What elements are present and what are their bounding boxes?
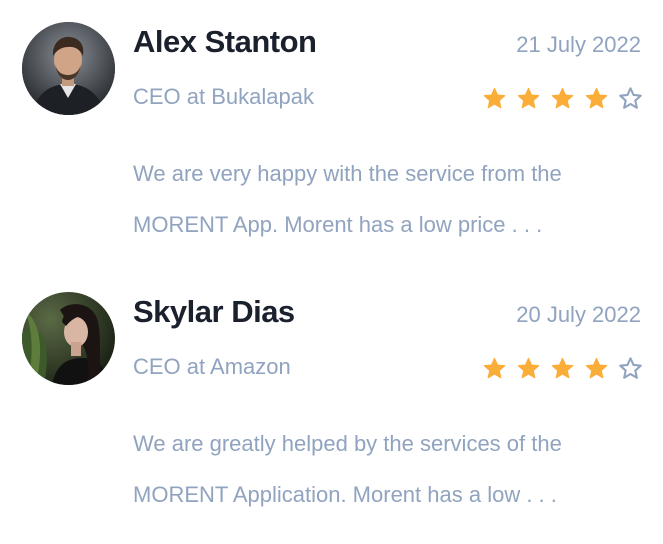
review-card: Alex Stanton CEO at Bukalapak 21 July 20… — [0, 0, 663, 260]
star-filled-icon — [517, 357, 540, 379]
star-empty-icon — [619, 357, 642, 379]
review-card: Skylar Dias CEO at Amazon 20 July 2022 W… — [0, 270, 663, 530]
star-filled-icon — [517, 87, 540, 109]
star-filled-icon — [585, 87, 608, 109]
star-rating — [482, 356, 643, 381]
review-text: We are greatly helped by the services of… — [133, 418, 643, 520]
review-text: We are very happy with the service from … — [133, 148, 643, 250]
reviewer-role: CEO at Amazon — [133, 354, 291, 379]
star-filled-icon — [551, 357, 574, 379]
star-rating — [482, 86, 643, 111]
reviewer-name: Alex Stanton — [133, 24, 317, 59]
star-filled-icon — [483, 87, 506, 109]
review-date: 21 July 2022 — [516, 32, 641, 57]
review-text-line: We are greatly helped by the services of… — [133, 431, 562, 456]
avatar[interactable] — [22, 22, 115, 115]
review-text-line: MORENT Application. Morent has a low . .… — [133, 482, 557, 507]
reviewer-name: Skylar Dias — [133, 294, 295, 329]
woman-portrait-icon — [22, 292, 115, 385]
review-text-line: We are very happy with the service from … — [133, 161, 562, 186]
review-date: 20 July 2022 — [516, 302, 641, 327]
review-text-line: MORENT App. Morent has a low price . . . — [133, 212, 543, 237]
avatar[interactable] — [22, 292, 115, 385]
star-filled-icon — [585, 357, 608, 379]
star-filled-icon — [483, 357, 506, 379]
star-empty-icon — [619, 87, 642, 109]
star-filled-icon — [551, 87, 574, 109]
reviewer-role: CEO at Bukalapak — [133, 84, 314, 109]
man-portrait-icon — [22, 22, 115, 115]
